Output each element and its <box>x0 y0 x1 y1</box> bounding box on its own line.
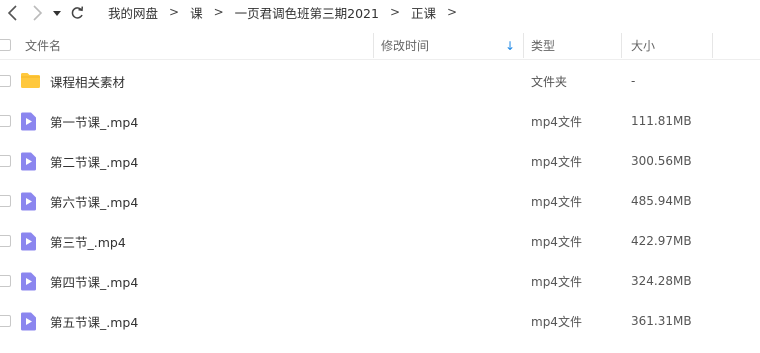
file-size: 111.81MB <box>631 114 692 128</box>
file-size: - <box>631 74 636 88</box>
file-row[interactable]: 第三节_.mp4 mp4文件 422.97MB <box>0 221 760 261</box>
folder-icon <box>21 73 40 88</box>
file-list-header: 文件名 修改时间 ↓ 类型 大小 <box>0 31 760 60</box>
breadcrumb-separator: > <box>169 5 180 19</box>
file-name[interactable]: 第四节课_.mp4 <box>50 261 138 301</box>
breadcrumb-item[interactable]: 我的网盘 <box>106 3 160 22</box>
file-size: 422.97MB <box>631 234 692 248</box>
row-checkbox[interactable] <box>0 195 11 207</box>
breadcrumb: 我的网盘 > 课 > 一页君调色班第三期2021 > 正课 > <box>106 0 466 24</box>
forward-button[interactable] <box>30 3 44 23</box>
chevron-left-icon <box>7 5 17 21</box>
breadcrumb-separator: > <box>389 5 401 19</box>
breadcrumb-item-current[interactable]: 正课 <box>409 3 438 22</box>
file-size: 361.31MB <box>631 314 692 328</box>
select-all-checkbox[interactable] <box>0 39 11 51</box>
file-row[interactable]: 第二节课_.mp4 mp4文件 300.56MB <box>0 141 760 181</box>
column-divider[interactable] <box>523 33 524 58</box>
video-file-icon <box>21 232 36 251</box>
breadcrumb-item[interactable]: 课 <box>188 3 205 22</box>
row-checkbox[interactable] <box>0 155 11 167</box>
video-file-icon <box>21 272 36 291</box>
triangle-down-icon <box>53 11 61 16</box>
file-size: 324.28MB <box>631 274 692 288</box>
file-type: mp4文件 <box>531 274 582 289</box>
back-button[interactable] <box>6 3 20 23</box>
refresh-icon <box>71 6 84 19</box>
row-checkbox[interactable] <box>0 75 11 87</box>
column-header-type[interactable]: 类型 <box>531 31 555 60</box>
video-file-icon <box>21 312 36 331</box>
toolbar: 我的网盘 > 课 > 一页君调色班第三期2021 > 正课 > <box>0 0 760 26</box>
chevron-right-icon <box>33 5 43 21</box>
video-file-icon <box>21 112 36 131</box>
file-name[interactable]: 第二节课_.mp4 <box>50 141 138 181</box>
column-divider[interactable] <box>373 33 374 58</box>
file-size: 300.56MB <box>631 154 692 168</box>
column-header-size[interactable]: 大小 <box>631 31 655 60</box>
file-row[interactable]: 第四节课_.mp4 mp4文件 324.28MB <box>0 261 760 301</box>
column-divider[interactable] <box>712 33 713 58</box>
refresh-button[interactable] <box>69 3 85 23</box>
file-row[interactable]: 第六节课_.mp4 mp4文件 485.94MB <box>0 181 760 221</box>
file-size: 485.94MB <box>631 194 692 208</box>
video-file-icon <box>21 152 36 171</box>
column-header-modified[interactable]: 修改时间 <box>381 31 429 60</box>
file-type: mp4文件 <box>531 154 582 169</box>
row-checkbox[interactable] <box>0 235 11 247</box>
row-checkbox[interactable] <box>0 115 11 127</box>
breadcrumb-trailing-separator[interactable]: > <box>438 5 466 19</box>
file-type: mp4文件 <box>531 314 582 329</box>
column-divider[interactable] <box>621 33 622 58</box>
file-name[interactable]: 第五节课_.mp4 <box>50 301 138 341</box>
file-name[interactable]: 第六节课_.mp4 <box>50 181 138 221</box>
file-type: 文件夹 <box>531 74 568 89</box>
file-row[interactable]: 课程相关素材 文件夹 - <box>0 61 760 101</box>
file-type: mp4文件 <box>531 114 582 129</box>
file-type: mp4文件 <box>531 194 582 209</box>
video-file-icon <box>21 192 36 211</box>
history-dropdown-button[interactable] <box>51 3 63 23</box>
file-name[interactable]: 第三节_.mp4 <box>50 221 126 261</box>
row-checkbox[interactable] <box>0 315 11 327</box>
file-row[interactable]: 第一节课_.mp4 mp4文件 111.81MB <box>0 101 760 141</box>
file-type: mp4文件 <box>531 234 582 249</box>
breadcrumb-separator: > <box>213 5 224 19</box>
column-header-name[interactable]: 文件名 <box>25 31 61 60</box>
breadcrumb-item[interactable]: 一页君调色班第三期2021 <box>233 3 381 22</box>
row-checkbox[interactable] <box>0 275 11 287</box>
file-name[interactable]: 课程相关素材 <box>50 61 125 101</box>
sort-descending-icon: ↓ <box>505 39 516 53</box>
file-name[interactable]: 第一节课_.mp4 <box>50 101 138 141</box>
file-row[interactable]: 第五节课_.mp4 mp4文件 361.31MB <box>0 301 760 341</box>
